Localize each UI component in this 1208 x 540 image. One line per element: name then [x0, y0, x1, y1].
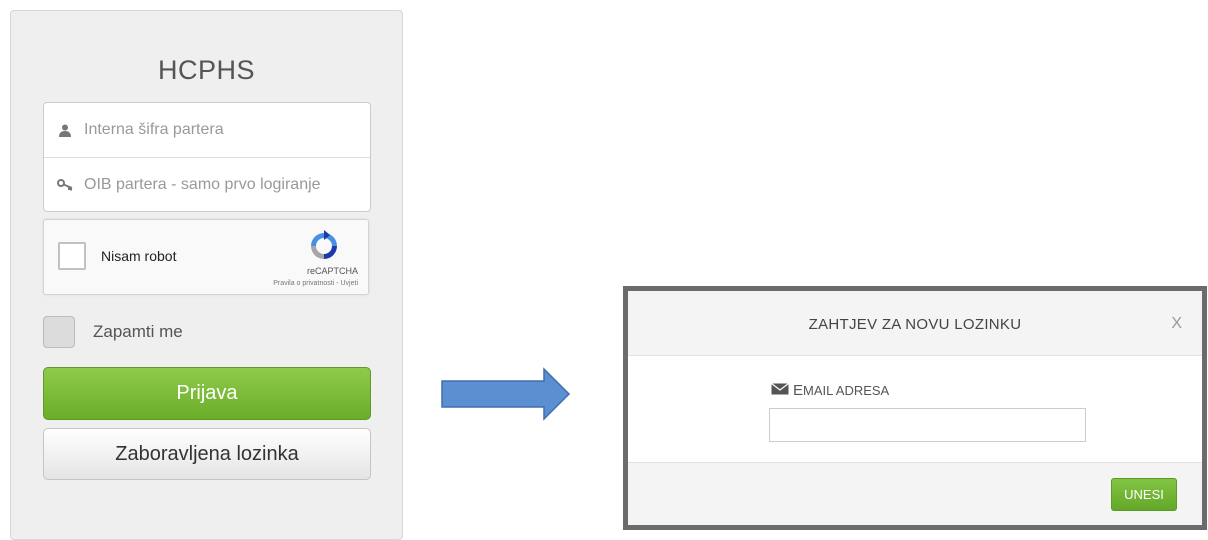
password-field[interactable]: OIB partera - samo prvo logiranje — [44, 157, 370, 212]
user-icon — [54, 121, 76, 139]
username-placeholder: Interna šifra partera — [84, 121, 224, 138]
remember-me-checkbox[interactable] — [43, 316, 75, 348]
login-button[interactable]: Prijava — [43, 367, 371, 420]
password-reset-dialog: ZAHTJEV ZA NOVU LOZINKU X E MAIL ADRESA U… — [628, 291, 1202, 525]
key-icon — [54, 176, 76, 194]
recaptcha-widget: Nisam robot reCAPTCHA Pravila o privatno… — [43, 219, 369, 295]
email-label-first: E — [793, 382, 804, 399]
credentials-group: Interna šifra partera OIB partera - samo… — [43, 102, 371, 212]
recaptcha-logo-icon — [311, 230, 337, 259]
submit-button[interactable]: UNESI — [1111, 478, 1177, 511]
email-label-rest: MAIL ADRESA — [803, 383, 890, 398]
password-reset-dialog-frame: ZAHTJEV ZA NOVU LOZINKU X E MAIL ADRESA U… — [623, 286, 1207, 530]
arrow-right-icon — [441, 367, 571, 421]
login-panel: HCPHS Interna šifra partera OIB partera … — [10, 10, 403, 540]
close-button[interactable]: X — [1171, 315, 1182, 333]
remember-me[interactable]: Zapamti me — [43, 316, 183, 348]
recaptcha-links[interactable]: Pravila o privatnosti - Uvjeti — [273, 280, 358, 287]
dialog-title: ZAHTJEV ZA NOVU LOZINKU — [808, 316, 1022, 333]
envelope-icon — [771, 383, 789, 398]
email-input[interactable] — [769, 408, 1086, 442]
email-label: E MAIL ADRESA — [771, 382, 889, 399]
username-field[interactable]: Interna šifra partera — [44, 103, 370, 157]
recaptcha-label: Nisam robot — [101, 248, 177, 264]
password-placeholder: OIB partera - samo prvo logiranje — [84, 176, 321, 193]
remember-me-label: Zapamti me — [93, 322, 183, 341]
forgot-password-button[interactable]: Zaboravljena lozinka — [43, 428, 371, 480]
login-title: HCPHS — [157, 55, 255, 85]
recaptcha-brand: reCAPTCHA — [306, 266, 358, 276]
dialog-header: ZAHTJEV ZA NOVU LOZINKU X — [628, 291, 1202, 356]
recaptcha-checkbox[interactable] — [58, 242, 86, 270]
dialog-footer: UNESI — [628, 462, 1202, 525]
